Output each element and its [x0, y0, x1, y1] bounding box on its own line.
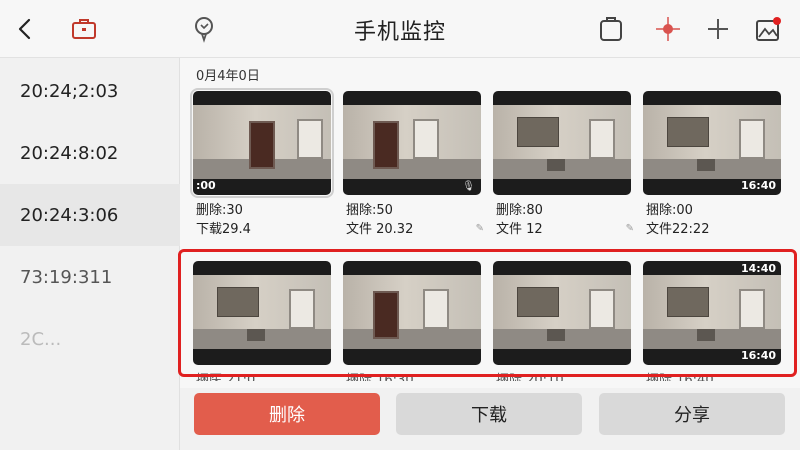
video-meta-cut: 捆医 21:0 [196, 373, 256, 381]
video-timestamp: 16:40 [740, 179, 776, 192]
video-preview [493, 275, 631, 349]
video-timestamp: :00 [196, 179, 216, 192]
video-thumbnail[interactable]: 14:40 16:40 [643, 261, 781, 365]
video-meta: 删除:30 下载29.4 [196, 201, 336, 239]
sidebar-item[interactable]: 73:19:311 [0, 246, 180, 308]
video-meta-line2: 文件22:22 [646, 222, 710, 237]
video-preview [643, 105, 781, 179]
download-button[interactable]: 下载 [396, 393, 582, 435]
video-meta-cut: 捆际 16:40 [646, 373, 714, 381]
share-button[interactable]: 分享 [599, 393, 785, 435]
video-meta: 捆除:50 文件 20.32 ✎ [346, 201, 486, 239]
clipboard-icon [600, 17, 622, 41]
video-grid: 0月4年0日 :00 🎙 16:40 删除:30 下载29.4 捆除:50 文件… [180, 58, 800, 388]
sidebar-item[interactable]: 20:24;2:03 [0, 60, 180, 122]
bottom-action-bar: 删除 下载 分享 [180, 388, 800, 450]
video-meta-cut: 捆际 20:10 [496, 373, 564, 381]
video-thumbnail[interactable]: 16:40 [643, 91, 781, 195]
video-meta-line2: 文件 12 [496, 222, 543, 237]
app: 手机监控 20:24;2:03 20:24:8:02 20:24:3:06 73… [0, 0, 800, 450]
gallery-icon [756, 17, 781, 41]
video-meta: 捆除:00 文件22:22 [646, 201, 786, 239]
video-meta-line1: 删除:30 [196, 203, 243, 218]
video-preview [493, 105, 631, 179]
plus-icon [708, 19, 728, 39]
video-timestamp-top: 14:40 [740, 262, 776, 275]
edit-icon[interactable]: ✎ [626, 219, 634, 238]
video-thumbnail[interactable] [493, 261, 631, 365]
sidebar-item[interactable]: 20:24:8:02 [0, 122, 180, 184]
audio-icon: 🎙 [462, 181, 475, 192]
sidebar-item-selected[interactable]: 20:24:3:06 [0, 184, 180, 246]
video-preview [643, 275, 781, 349]
gallery-button[interactable] [751, 12, 785, 46]
video-timestamp: 16:40 [740, 349, 776, 362]
video-preview [343, 275, 481, 349]
date-label: 0月4年0日 [196, 69, 260, 84]
video-meta-line1: 捆除:50 [346, 203, 393, 218]
edit-icon[interactable]: ✎ [476, 219, 484, 238]
video-meta-line2: 文件 20.32 [346, 222, 414, 237]
crosshair-icon [656, 17, 680, 41]
video-thumbnail[interactable] [343, 261, 481, 365]
sidebar: 20:24;2:03 20:24:8:02 20:24:3:06 73:19:3… [0, 58, 180, 450]
video-meta: 删除:80 文件 12 ✎ [496, 201, 636, 239]
video-preview [193, 105, 331, 179]
crosshair-button[interactable] [651, 12, 685, 46]
video-meta-line1: 删除:80 [496, 203, 543, 218]
top-bar: 手机监控 [0, 0, 800, 58]
delete-button[interactable]: 删除 [194, 393, 380, 435]
video-thumbnail[interactable]: 🎙 [343, 91, 481, 195]
add-button[interactable] [701, 12, 735, 46]
video-thumbnail[interactable] [493, 91, 631, 195]
video-thumbnail[interactable]: :00 [190, 88, 334, 198]
clipboard-button[interactable] [594, 12, 628, 46]
video-preview [343, 105, 481, 179]
video-thumbnail[interactable] [193, 261, 331, 365]
video-preview [193, 275, 331, 349]
video-meta-line2: 下载29.4 [196, 222, 251, 237]
sidebar-item[interactable]: 2C... [0, 308, 180, 370]
video-meta-line1: 捆除:00 [646, 203, 693, 218]
video-meta-cut: 捆际 16:30 [346, 373, 414, 381]
